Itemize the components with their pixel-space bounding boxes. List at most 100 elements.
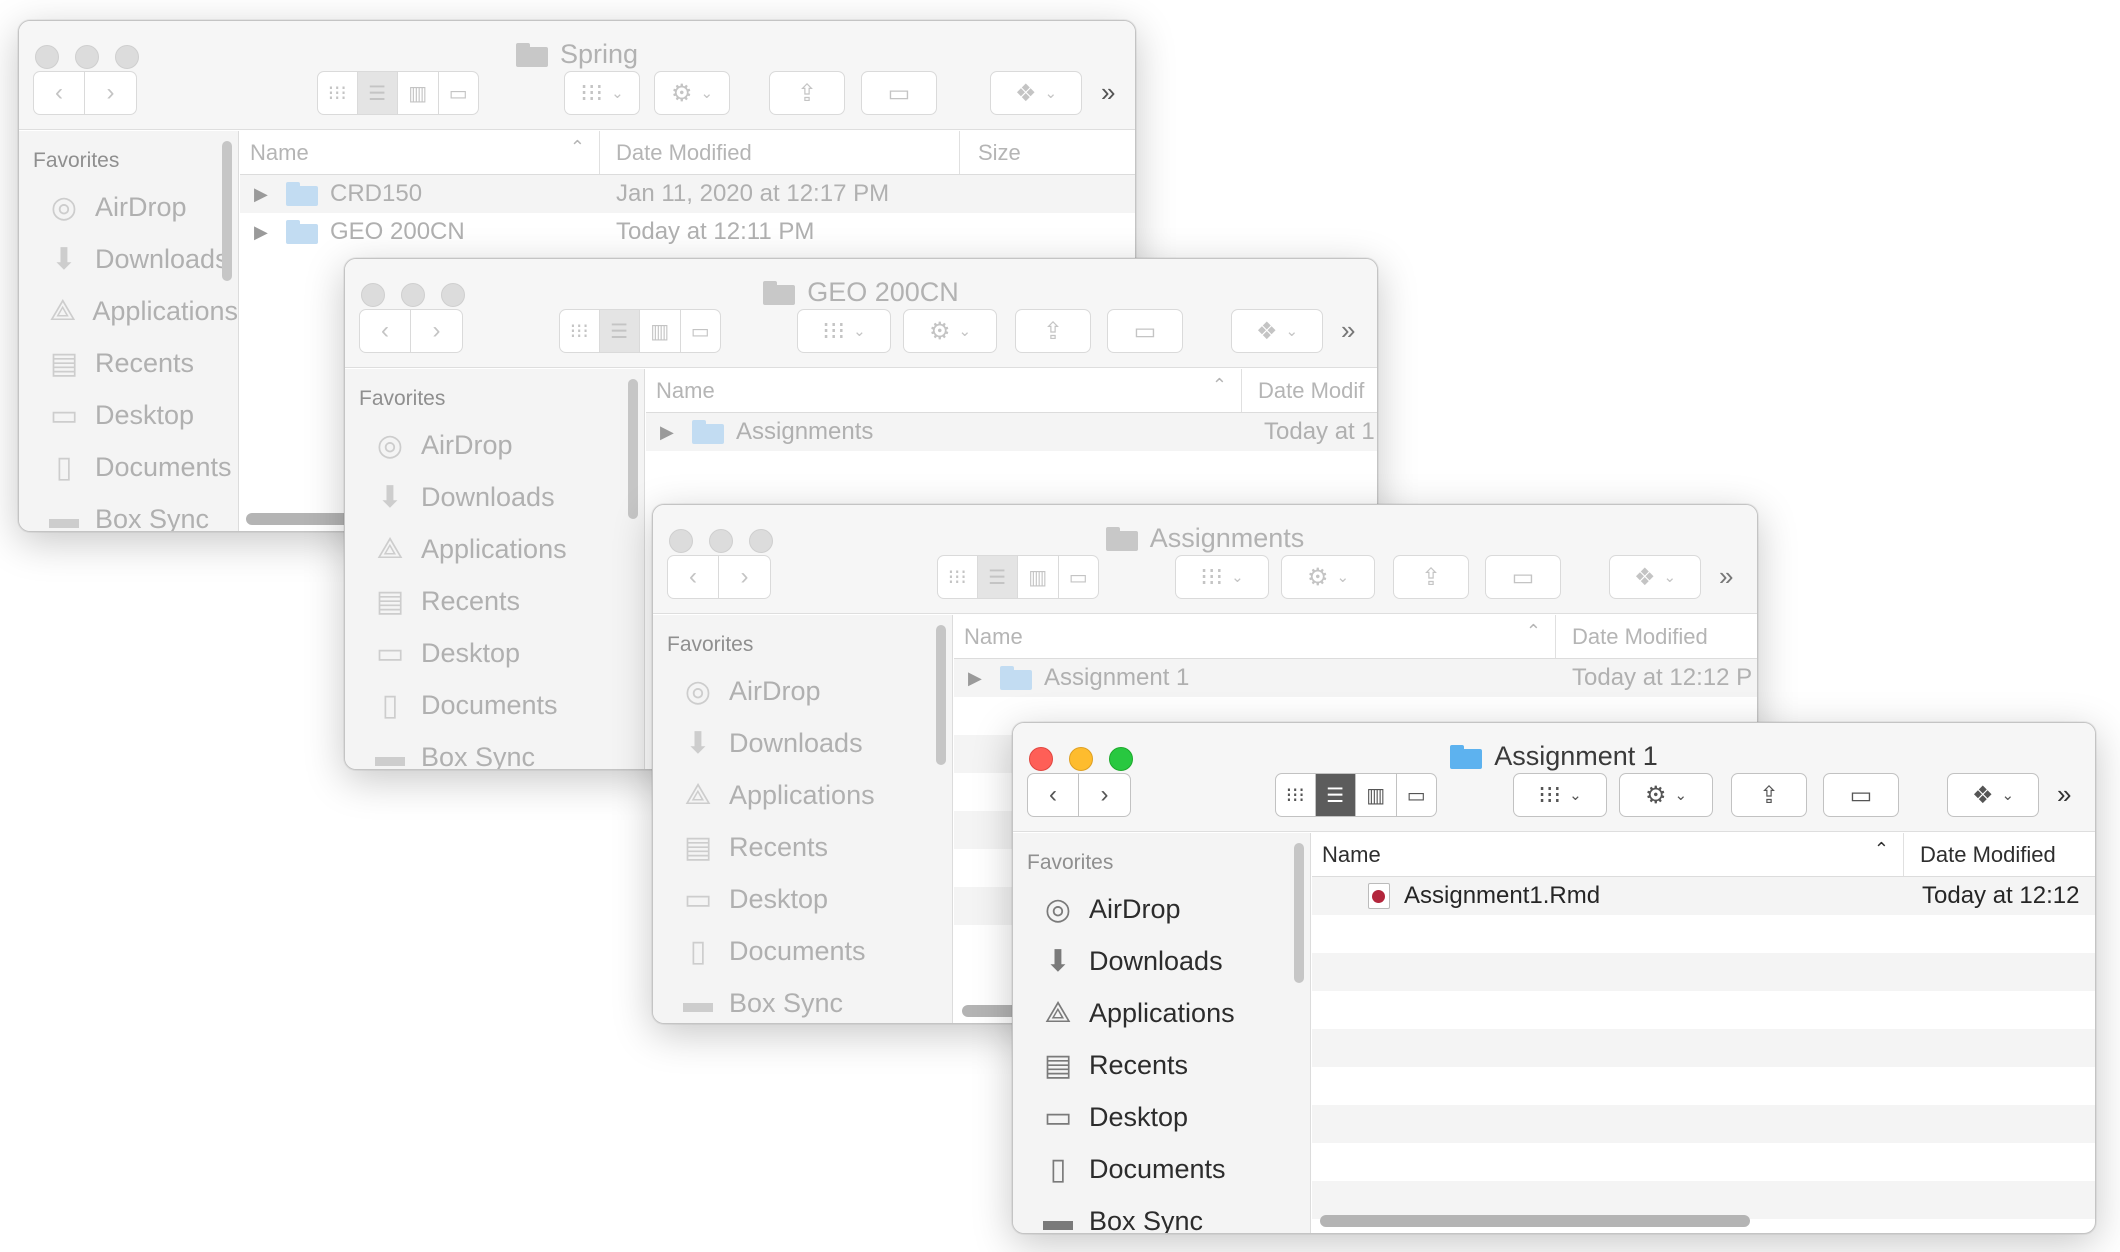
gallery-view-button[interactable]: ▭ <box>680 309 721 353</box>
sidebar-item-recents[interactable]: ▤ Recents <box>1013 1039 1310 1091</box>
group-button[interactable]: ⁝⁝⁝ ⌄ <box>1175 555 1269 599</box>
back-button[interactable]: ‹ <box>1027 773 1079 817</box>
group-button[interactable]: ⁝⁝⁝ ⌄ <box>1513 773 1607 817</box>
list-item[interactable]: ▶ CRD150 Jan 11, 2020 at 12:17 PM <box>240 175 1135 213</box>
column-header-name[interactable]: Name ⌃ <box>646 369 1242 412</box>
forward-button[interactable]: › <box>411 309 463 353</box>
disclosure-triangle-icon[interactable]: ▶ <box>968 668 986 689</box>
sidebar-item-downloads[interactable]: ⬇ Downloads <box>1013 935 1310 987</box>
toolbar-overflow-icon[interactable]: » <box>2057 779 2071 810</box>
sidebar-item-box-sync[interactable]: ▬ Box Sync <box>1013 1195 1310 1233</box>
share-button[interactable]: ⇪ <box>1015 309 1091 353</box>
tag-button[interactable]: ▭ <box>861 71 937 115</box>
sidebar-scrollbar[interactable] <box>936 625 946 765</box>
column-header-date[interactable]: Date Modified <box>1904 833 2056 876</box>
forward-button[interactable]: › <box>719 555 771 599</box>
column-view-button[interactable]: ▥ <box>1018 555 1059 599</box>
sidebar-item-box-sync[interactable]: ▬ Box Sync <box>345 731 644 769</box>
toolbar-overflow-icon[interactable]: » <box>1341 315 1355 346</box>
horizontal-scrollbar[interactable] <box>1320 1215 1750 1227</box>
sidebar-item-recents[interactable]: ▤ Recents <box>653 821 952 873</box>
finder-window-assignment-1[interactable]: Assignment 1 ‹ › ⁝⁝⁝ ☰ ▥ ▭ ⁝⁝⁝ ⌄ ⚙ ⌄ ⇪ ▭ ❖… <box>1012 722 2096 1234</box>
list-item[interactable]: ▶ Assignment 1 Today at 12:12 P <box>954 659 1757 697</box>
tag-button[interactable]: ▭ <box>1107 309 1183 353</box>
action-button[interactable]: ⚙ ⌄ <box>903 309 997 353</box>
sidebar-scrollbar[interactable] <box>222 141 232 281</box>
toolbar-overflow-icon[interactable]: » <box>1101 77 1115 108</box>
list-view-button[interactable]: ☰ <box>977 555 1018 599</box>
column-view-button[interactable]: ▥ <box>640 309 681 353</box>
sidebar-scrollbar[interactable] <box>1294 843 1304 983</box>
icon-view-button[interactable]: ⁝⁝⁝ <box>1275 773 1316 817</box>
icon-view-button[interactable]: ⁝⁝⁝ <box>937 555 978 599</box>
sidebar-item-airdrop[interactable]: ◎ AirDrop <box>345 419 644 471</box>
column-view-button[interactable]: ▥ <box>398 71 439 115</box>
share-button[interactable]: ⇪ <box>1731 773 1807 817</box>
sidebar-item-documents[interactable]: ▯ Documents <box>19 441 238 493</box>
sidebar-item-recents[interactable]: ▤ Recents <box>345 575 644 627</box>
sidebar-item-downloads[interactable]: ⬇ Downloads <box>345 471 644 523</box>
column-header-size[interactable]: Size <box>960 140 1021 166</box>
disclosure-triangle-icon[interactable]: ▶ <box>660 422 678 443</box>
action-button[interactable]: ⚙ ⌄ <box>1619 773 1713 817</box>
sidebar-item-recents[interactable]: ▤ Recents <box>19 337 238 389</box>
sidebar-item-desktop[interactable]: ▭ Desktop <box>1013 1091 1310 1143</box>
column-header-name[interactable]: Name ⌃ <box>954 615 1556 658</box>
dropbox-button[interactable]: ❖ ⌄ <box>1947 773 2039 817</box>
list-view-button[interactable]: ☰ <box>1315 773 1356 817</box>
sidebar-item-box-sync[interactable]: ▬ Box Sync <box>19 493 238 531</box>
sidebar-item-applications[interactable]: ⟁ Applications <box>1013 987 1310 1039</box>
column-header-name[interactable]: Name ⌃ <box>240 131 600 174</box>
sidebar-item-desktop[interactable]: ▭ Desktop <box>19 389 238 441</box>
sidebar-item-airdrop[interactable]: ◎ AirDrop <box>1013 883 1310 935</box>
column-header-name[interactable]: Name ⌃ <box>1312 833 1904 876</box>
sidebar-item-downloads[interactable]: ⬇ Downloads <box>19 233 238 285</box>
group-button[interactable]: ⁝⁝⁝ ⌄ <box>564 71 640 115</box>
column-header-date[interactable]: Date Modif <box>1242 369 1364 412</box>
tag-button[interactable]: ▭ <box>1485 555 1561 599</box>
sidebar-item-airdrop[interactable]: ◎ AirDrop <box>19 181 238 233</box>
gallery-view-button[interactable]: ▭ <box>1396 773 1437 817</box>
sidebar-item-downloads[interactable]: ⬇ Downloads <box>653 717 952 769</box>
list-view-button[interactable]: ☰ <box>599 309 640 353</box>
sidebar-item-box-sync[interactable]: ▬ Box Sync <box>653 977 952 1023</box>
back-button[interactable]: ‹ <box>359 309 411 353</box>
sidebar-item-documents[interactable]: ▯ Documents <box>653 925 952 977</box>
sidebar-item-documents[interactable]: ▯ Documents <box>1013 1143 1310 1195</box>
list-item[interactable]: Assignment1.Rmd Today at 12:12 <box>1312 877 2095 915</box>
sidebar-item-documents[interactable]: ▯ Documents <box>345 679 644 731</box>
sidebar-item-desktop[interactable]: ▭ Desktop <box>653 873 952 925</box>
list-item[interactable]: ▶ GEO 200CN Today at 12:11 PM <box>240 213 1135 251</box>
sidebar-item-applications[interactable]: ⟁ Applications <box>653 769 952 821</box>
back-button[interactable]: ‹ <box>33 71 85 115</box>
sidebar-item-applications[interactable]: ⟁ Applications <box>345 523 644 575</box>
forward-button[interactable]: › <box>1079 773 1131 817</box>
group-button[interactable]: ⁝⁝⁝ ⌄ <box>797 309 891 353</box>
action-button[interactable]: ⚙ ⌄ <box>654 71 730 115</box>
icon-view-button[interactable]: ⁝⁝⁝ <box>559 309 600 353</box>
sidebar-scrollbar[interactable] <box>628 379 638 519</box>
dropbox-button[interactable]: ❖ ⌄ <box>990 71 1082 115</box>
disclosure-triangle-icon[interactable]: ▶ <box>254 184 272 205</box>
dropbox-button[interactable]: ❖ ⌄ <box>1609 555 1701 599</box>
back-button[interactable]: ‹ <box>667 555 719 599</box>
sidebar-item-applications[interactable]: ⟁ Applications <box>19 285 238 337</box>
sidebar-item-desktop[interactable]: ▭ Desktop <box>345 627 644 679</box>
gallery-view-button[interactable]: ▭ <box>438 71 479 115</box>
icon-view-button[interactable]: ⁝⁝⁝ <box>317 71 358 115</box>
column-header-date[interactable]: Date Modified <box>1556 615 1708 658</box>
column-view-button[interactable]: ▥ <box>1356 773 1397 817</box>
disclosure-triangle-icon[interactable]: ▶ <box>254 222 272 243</box>
list-item[interactable]: ▶ Assignments Today at 1 <box>646 413 1377 451</box>
share-button[interactable]: ⇪ <box>1393 555 1469 599</box>
toolbar-overflow-icon[interactable]: » <box>1719 561 1733 592</box>
action-button[interactable]: ⚙ ⌄ <box>1281 555 1375 599</box>
forward-button[interactable]: › <box>85 71 137 115</box>
share-button[interactable]: ⇪ <box>769 71 845 115</box>
dropbox-button[interactable]: ❖ ⌄ <box>1231 309 1323 353</box>
gallery-view-button[interactable]: ▭ <box>1058 555 1099 599</box>
list-view-button[interactable]: ☰ <box>357 71 398 115</box>
tag-button[interactable]: ▭ <box>1823 773 1899 817</box>
sidebar-item-airdrop[interactable]: ◎ AirDrop <box>653 665 952 717</box>
column-header-date[interactable]: Date Modified <box>600 131 960 174</box>
